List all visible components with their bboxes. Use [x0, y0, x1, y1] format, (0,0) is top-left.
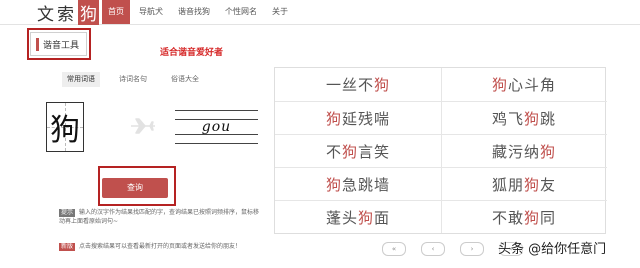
airplane-icon	[131, 118, 155, 134]
tab-common-words[interactable]: 常用词语	[62, 72, 100, 87]
annotation-highlight-box	[27, 28, 91, 60]
new-version-note: 新版 点击搜索结果可以查看最新打开的页面或者发送给你的朋友！	[59, 242, 274, 251]
pinyin-line	[175, 143, 258, 144]
tip-note: 提示 输入的汉字作为结果找匹配的字，查询结果已按照词频排序，鼠标移动再上面看原始词…	[59, 208, 264, 226]
tab-proverbs[interactable]: 俗语大全	[166, 72, 204, 87]
result-item[interactable]: 鸡飞狗跳	[441, 101, 607, 134]
logo-accent: 狗	[78, 0, 99, 25]
pinyin-text: gou	[201, 119, 232, 135]
tip-tag: 提示	[59, 209, 76, 217]
result-item[interactable]: 不敢狗同	[441, 200, 607, 233]
result-item[interactable]: 一丝不狗	[275, 68, 441, 101]
input-character: 狗	[50, 113, 80, 148]
top-navigation-bar: 文索狗 首页 导航犬 谐音找狗 个性网名 关于	[0, 0, 640, 25]
pinyin-line	[175, 110, 258, 111]
watermark: 头条 @给你任意门	[498, 242, 607, 257]
nav-item-homophone-search[interactable]: 谐音找狗	[172, 0, 216, 24]
nav-item-about[interactable]: 关于	[266, 0, 294, 24]
tool-slogan: 适合谐音爱好者	[160, 48, 224, 58]
result-item[interactable]: 狗心斗角	[441, 68, 607, 101]
result-item[interactable]: 藏污纳狗	[441, 134, 607, 167]
result-item[interactable]: 蓬头狗面	[275, 200, 441, 233]
nav-item-home[interactable]: 首页	[102, 0, 130, 24]
nav-item-nicknames[interactable]: 个性网名	[219, 0, 263, 24]
next-page-button[interactable]: ›	[460, 242, 484, 256]
new-version-tag: 新版	[59, 243, 76, 251]
query-button[interactable]: 查询	[102, 178, 168, 198]
result-item[interactable]: 狗急跳墙	[275, 167, 441, 200]
result-item[interactable]: 狗延残喘	[275, 101, 441, 134]
nav-item-guide-dog[interactable]: 导航犬	[133, 0, 169, 24]
category-tabs: 常用词语 诗词名句 俗语大全	[62, 72, 218, 87]
main-nav: 首页 导航犬 谐音找狗 个性网名 关于	[102, 0, 297, 24]
site-logo[interactable]: 文索狗	[37, 0, 99, 25]
new-version-text: 点击搜索结果可以查看最新打开的页面或者发送给你的朋友！	[79, 243, 242, 250]
first-page-button[interactable]: «	[382, 242, 406, 256]
tip-text: 输入的汉字作为结果找匹配的字，查询结果已按照词频排序，鼠标移动再上面看原始词句~	[59, 209, 260, 225]
result-item[interactable]: 不狗言笑	[275, 134, 441, 167]
prev-page-button[interactable]: ‹	[421, 242, 445, 256]
tab-poetry-lines[interactable]: 诗词名句	[114, 72, 152, 87]
result-item[interactable]: 狐朋狗友	[441, 167, 607, 200]
results-grid: 一丝不狗 狗心斗角 狗延残喘 鸡飞狗跳 不狗言笑 藏污纳狗 狗急跳墙 狐朋狗友 …	[274, 67, 607, 234]
input-character-box[interactable]: 狗	[46, 102, 84, 152]
pinyin-output: gou	[175, 110, 258, 144]
logo-text: 文索	[37, 4, 77, 25]
